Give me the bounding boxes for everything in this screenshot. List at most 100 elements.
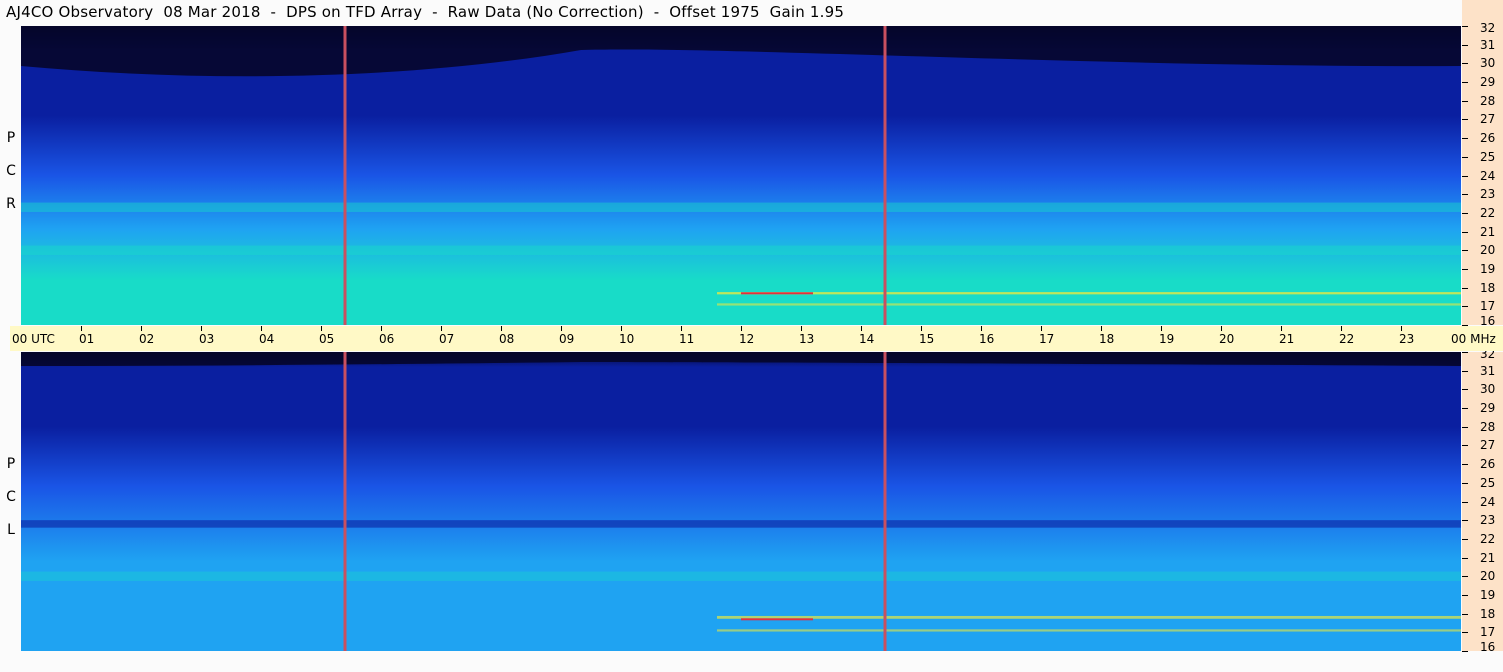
rcp-freq-label: 30 (1480, 56, 1496, 70)
time-tick (381, 326, 382, 331)
lcp-freq-tick (1462, 408, 1468, 409)
rcp-freq-label: 24 (1480, 169, 1496, 183)
rcp-freq-label: 23 (1480, 187, 1496, 201)
time-tick-label: 19 (1159, 332, 1175, 346)
time-tick-label: 03 (199, 332, 215, 346)
window-title: AJ4CO Observatory 08 Mar 2018 - DPS on T… (6, 3, 845, 21)
lcp-band-0 (21, 520, 1461, 528)
time-tick (261, 326, 262, 331)
lcp-freq-label: 30 (1480, 382, 1496, 396)
time-tick (1401, 326, 1402, 331)
time-tick-label: 10 (619, 332, 635, 346)
time-tick (501, 326, 502, 331)
rcp-freq-tick (1462, 45, 1468, 46)
rcp-freq-tick (1462, 63, 1468, 64)
time-tick (1281, 326, 1282, 331)
time-tick-label: 12 (739, 332, 755, 346)
lcp-freq-label: 23 (1480, 513, 1496, 527)
rcp-freq-tick (1462, 138, 1468, 139)
lcp-freq-label: 24 (1480, 495, 1496, 509)
lcp-freq-tick (1462, 464, 1468, 465)
lcp-freq-label: 16 (1480, 640, 1496, 654)
time-tick-label: 08 (499, 332, 515, 346)
time-tick-label: 11 (679, 332, 695, 346)
rcp-freq-label: 20 (1480, 243, 1496, 257)
time-tick (681, 326, 682, 331)
rcp-freq-tick (1462, 306, 1468, 307)
lcp-freq-tick (1462, 651, 1468, 652)
time-tick (561, 326, 562, 331)
time-tick-label: 07 (439, 332, 455, 346)
time-end-label: 00 MHz (1451, 332, 1496, 346)
lcp-freq-label: 18 (1480, 607, 1496, 621)
rcp-freq-tick (1462, 269, 1468, 270)
lcp-spectrogram (21, 352, 1461, 651)
lcp-freq-tick (1462, 483, 1468, 484)
rcp-freq-tick (1462, 213, 1468, 214)
time-tick (1041, 326, 1042, 331)
lcp-freq-tick (1462, 539, 1468, 540)
lcp-freq-label: 20 (1480, 569, 1496, 583)
time-tick (981, 326, 982, 331)
time-tick-label: 06 (379, 332, 395, 346)
time-tick-label: 13 (799, 332, 815, 346)
lcp-band-3 (717, 629, 1461, 632)
rcp-freq-label: 28 (1480, 94, 1496, 108)
rcp-freq-tick (1462, 194, 1468, 195)
rcp-freq-label: 21 (1480, 225, 1496, 239)
time-tick-label: 14 (859, 332, 875, 346)
lcp-freq-tick (1462, 558, 1468, 559)
time-tick (801, 326, 802, 331)
time-tick (921, 326, 922, 331)
rcp-freq-label: 29 (1480, 75, 1496, 89)
lcp-marker-line-0 (343, 352, 347, 651)
lcp-freq-tick (1462, 371, 1468, 372)
time-tick-label: 23 (1399, 332, 1415, 346)
time-tick (441, 326, 442, 331)
lcp-marker-line-1 (883, 352, 887, 651)
time-tick (1161, 326, 1162, 331)
lcp-freq-label: 17 (1480, 625, 1496, 639)
lcp-background (21, 352, 1461, 651)
time-tick-label: 17 (1039, 332, 1055, 346)
rcp-freq-tick (1462, 176, 1468, 177)
time-tick-label: 05 (319, 332, 335, 346)
lcp-freq-tick (1462, 614, 1468, 615)
utc-time-axis: 00 UTC 00 MHz 01 02 03 04 05 06 07 08 09 10 11 12 13… (10, 326, 1503, 351)
rcp-frequency-axis: 32 31 30 29 28 27 26 25 24 23 22 21 20 19 18 17 16 (1462, 22, 1503, 327)
rcp-freq-label: 22 (1480, 206, 1496, 220)
time-tick-label: 22 (1339, 332, 1355, 346)
lcp-freq-label: 29 (1480, 401, 1496, 415)
time-start-label: 00 UTC (12, 332, 55, 346)
rcp-freq-tick (1462, 250, 1468, 251)
lcp-letter-1: P (6, 456, 16, 472)
rcp-rfi-red (741, 292, 813, 295)
lcp-freq-label: 21 (1480, 551, 1496, 565)
time-tick-label: 18 (1099, 332, 1115, 346)
time-tick-label: 09 (559, 332, 575, 346)
lcp-letter-2: C (6, 489, 16, 505)
rcp-freq-label: 17 (1480, 299, 1496, 313)
rcp-spectrogram (21, 26, 1461, 325)
time-tick-label: 21 (1279, 332, 1295, 346)
time-tick (81, 326, 82, 331)
lcp-freq-label: 27 (1480, 438, 1496, 452)
rcp-freq-tick (1462, 157, 1468, 158)
time-tick (741, 326, 742, 331)
lcp-freq-tick (1462, 595, 1468, 596)
lcp-band-1 (21, 571, 1461, 581)
rcp-freq-label: 19 (1480, 262, 1496, 276)
rcp-freq-label: 25 (1480, 150, 1496, 164)
lcp-freq-label: 28 (1480, 420, 1496, 434)
time-tick-label: 15 (919, 332, 935, 346)
lcp-freq-label: 31 (1480, 364, 1496, 378)
rcp-freq-tick (1462, 232, 1468, 233)
rcp-freq-tick (1462, 119, 1468, 120)
lcp-freq-tick (1462, 520, 1468, 521)
time-tick (201, 326, 202, 331)
time-tick (621, 326, 622, 331)
rcp-freq-tick (1462, 26, 1468, 27)
rcp-letter-2: C (6, 163, 16, 179)
time-tick (1101, 326, 1102, 331)
rcp-letter-1: P (6, 130, 16, 146)
